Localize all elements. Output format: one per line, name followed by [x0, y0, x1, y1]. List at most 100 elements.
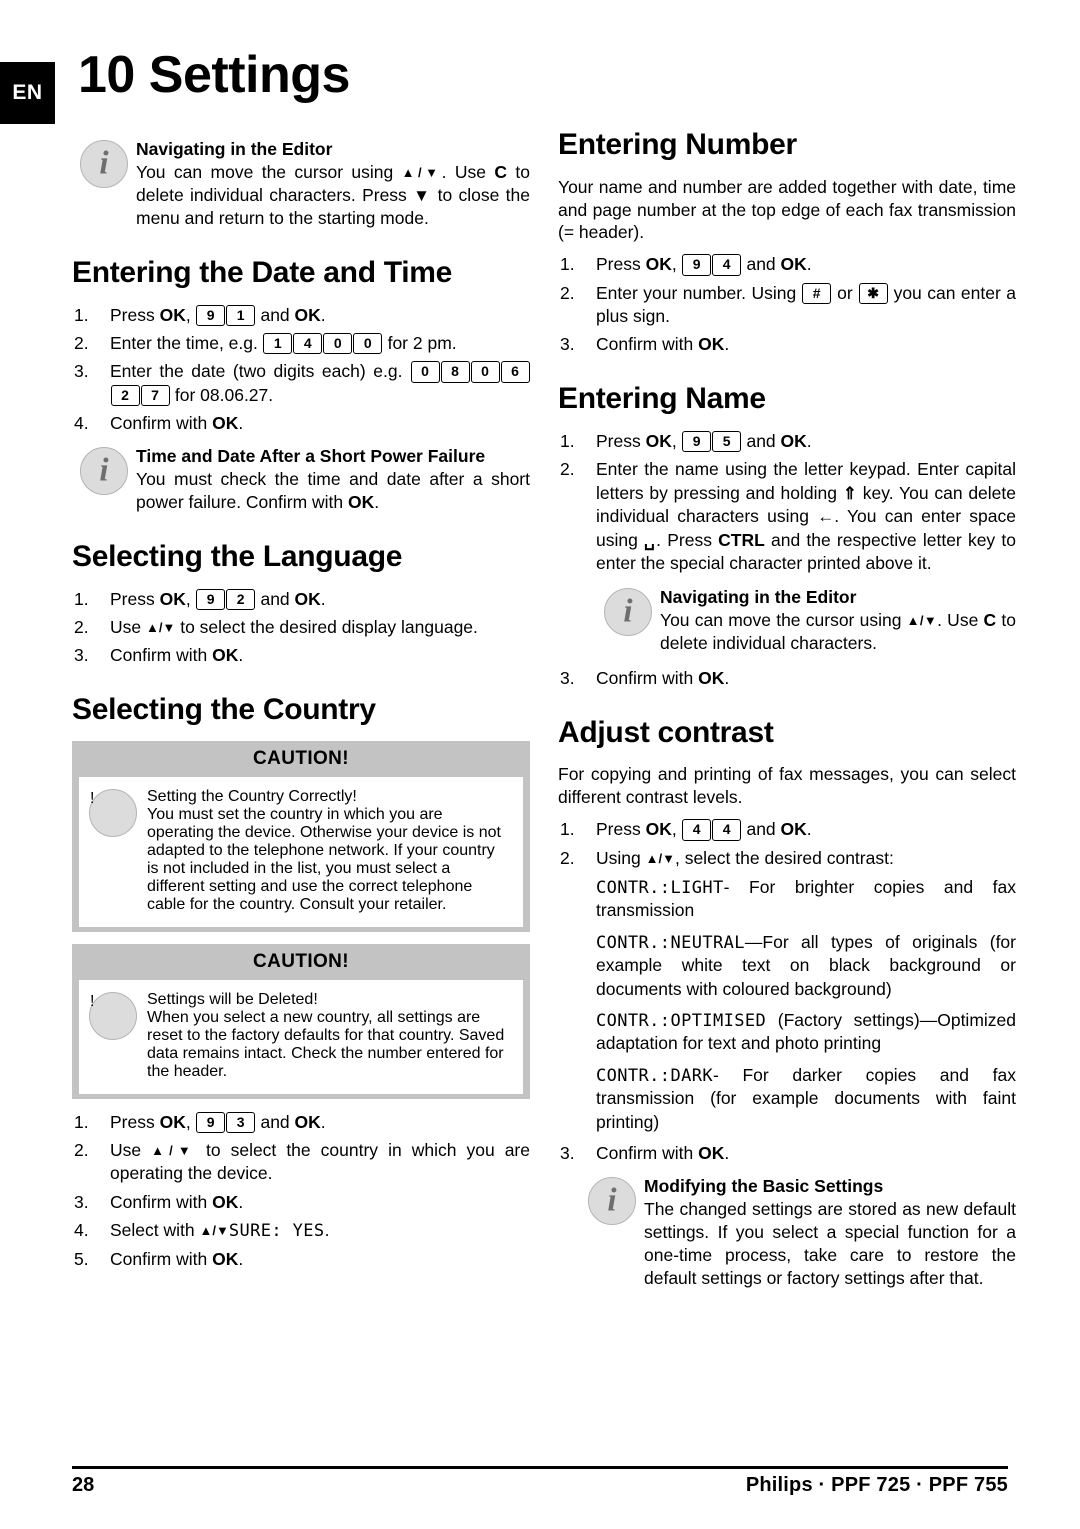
steps-country: 1. Press OK, 93 and OK. 2. Use ▲/▼ to sele…: [72, 1111, 530, 1271]
keycap: 9: [682, 254, 712, 276]
contrast-option-neutral: CONTR.:NEUTRAL—For all types of original…: [558, 931, 1016, 1001]
keycap: 3: [226, 1111, 256, 1134]
info-icon: i: [604, 587, 652, 636]
step-text: Confirm with: [596, 334, 699, 355]
page-footer: 28 Philips · PPF 725 · PPF 755: [72, 1474, 1008, 1497]
keycap: 9: [682, 431, 712, 453]
heading-selecting-country: Selecting the Country: [72, 693, 376, 727]
step-item: 3. Confirm with OK.: [558, 333, 1016, 356]
keycap-star: ✱: [858, 282, 888, 305]
step-item: 1. Press OK, 93 and OK.: [72, 1111, 530, 1134]
info-icon-glyph: i: [607, 1182, 617, 1219]
step-number: 2.: [74, 616, 89, 637]
contrast-option-light: CONTR.:LIGHT- For brighter copies and fa…: [558, 876, 1016, 923]
step-text: Press: [596, 254, 646, 275]
step-item: 5. Confirm with OK.: [72, 1248, 530, 1271]
footer-divider: [72, 1466, 1008, 1469]
note-title: Navigating in the Editor: [660, 586, 857, 607]
ok-key-label: OK: [780, 819, 807, 840]
step-number: 3.: [560, 1142, 575, 1163]
note-body: You must check the time and date after a…: [136, 468, 530, 514]
keycap: 6: [500, 361, 530, 383]
steps-date-time: 1. Press OK, 91 and OK. 2. Enter the time,…: [72, 304, 530, 435]
note-navigating-editor-2: i Navigating in the Editor You can move …: [596, 586, 1016, 655]
keycap: 9: [196, 1111, 226, 1134]
step-text: Confirm with: [110, 1191, 213, 1212]
updown-arrows-icon: ▲/▼: [906, 612, 938, 628]
step-text-post: .: [806, 254, 812, 275]
heading-adjust-contrast: Adjust contrast: [558, 715, 774, 749]
steps-contrast-confirm: 3. Confirm with OK.: [558, 1142, 1016, 1165]
ok-key-label: OK: [645, 254, 672, 275]
step-number: 3.: [560, 667, 575, 688]
step-item: 3. Confirm with OK.: [72, 1191, 530, 1214]
step-number: 2.: [74, 333, 89, 354]
footer-page-number: 28: [72, 1474, 95, 1496]
keycap: 4: [712, 819, 742, 841]
keycap: 1: [263, 333, 293, 355]
note-text-pre: You must check the time and date after a…: [136, 469, 530, 513]
step-item: 4. Select with ▲/▼SURE: YES.: [72, 1219, 530, 1243]
updown-arrows-icon: ▲/▼: [145, 619, 176, 635]
note-navigating-editor-1: i Navigating in the Editor You can move …: [72, 138, 530, 230]
step-text-post: to select the desired display language.: [175, 616, 478, 637]
step-number: 2.: [74, 1140, 89, 1161]
ok-key-label: OK: [698, 1142, 725, 1163]
step-text: Enter the date (two digits each) e.g.: [110, 361, 410, 382]
lcd-display-text: CONTR.:OPTIMISED: [596, 1010, 767, 1031]
ok-key-label: OK: [698, 667, 725, 688]
step-text: Confirm with: [110, 1248, 213, 1269]
step-number: 2.: [560, 282, 575, 303]
caution-body: You must set the country in which you ar…: [147, 805, 501, 913]
step-number: 4.: [74, 412, 89, 433]
step-text-comma: ,: [671, 431, 682, 452]
step-text-mid: and: [741, 819, 781, 840]
left-column: i Navigating in the Editor You can move …: [72, 128, 530, 1277]
step-item: 3. Enter the date (two digits each) e.g. …: [72, 360, 530, 407]
caution-header: CAUTION!: [252, 747, 350, 769]
keycap: 4: [712, 254, 742, 276]
footer-product-name: Philips · PPF 725 · PPF 755: [745, 1474, 1008, 1496]
caution-content: ! Setting the Country Correctly! You mus…: [79, 776, 523, 927]
step-item: 4. Confirm with OK.: [72, 412, 530, 435]
keycap: 0: [410, 361, 440, 383]
step-item: 1. Press OK, 94 and OK.: [558, 253, 1016, 276]
lcd-display-text: CONTR.:DARK: [596, 1065, 713, 1086]
heading-entering-name: Entering Name: [558, 382, 766, 416]
step-item: 2. Enter the time, e.g. 1400 for 2 pm.: [72, 332, 530, 355]
space-bar-icon: ␣: [644, 530, 657, 550]
step-text-post: .: [320, 588, 326, 609]
lcd-display-text: CONTR.:NEUTRAL: [596, 932, 745, 953]
note-title: Time and Date After a Short Power Failur…: [136, 446, 486, 467]
contrast-option-dark: CONTR.:DARK- For darker copies and fax t…: [558, 1064, 1016, 1134]
step-number: 1.: [560, 254, 575, 275]
note-body: You can move the cursor using ▲/▼. Use C…: [660, 609, 1016, 655]
keycap: 4: [293, 333, 323, 355]
ok-key-label: OK: [159, 588, 186, 609]
step-item: 1. Press OK, 91 and OK.: [72, 304, 530, 327]
caution-title: Settings will be Deleted!: [147, 990, 318, 1008]
step-number: 1.: [560, 819, 575, 840]
note-modifying-basic-settings: i Modifying the Basic Settings The chang…: [580, 1175, 1016, 1290]
heading-selecting-language: Selecting the Language: [72, 539, 403, 573]
keycap: 0: [470, 361, 500, 383]
ok-key-label: OK: [780, 254, 807, 275]
keycap: 9: [196, 304, 226, 327]
step-item: 1. Press OK, 95 and OK.: [558, 430, 1016, 453]
step-item: 1. Press OK, 92 and OK.: [72, 588, 530, 611]
step-text-post: .: [724, 1142, 730, 1163]
backspace-arrow-icon: ←: [817, 507, 835, 527]
step-text-post: .: [238, 1191, 244, 1212]
updown-arrows-icon: ▲/▼: [151, 1143, 196, 1159]
steps-number: 1. Press OK, 94 and OK. 2. Enter your numb…: [558, 253, 1016, 356]
info-icon-glyph: i: [99, 452, 109, 489]
step-text-post: for 08.06.27.: [170, 384, 274, 405]
step-number: 3.: [560, 334, 575, 355]
ok-key-label: OK: [212, 1248, 239, 1269]
stop-down-icon: ▼: [413, 185, 432, 205]
lcd-display-text: CONTR.:LIGHT: [596, 877, 724, 898]
ok-key-label: OK: [645, 431, 672, 452]
ok-key-label: OK: [212, 1191, 239, 1212]
step-text-post: .: [238, 412, 244, 433]
step-text-post: .: [324, 1220, 330, 1241]
